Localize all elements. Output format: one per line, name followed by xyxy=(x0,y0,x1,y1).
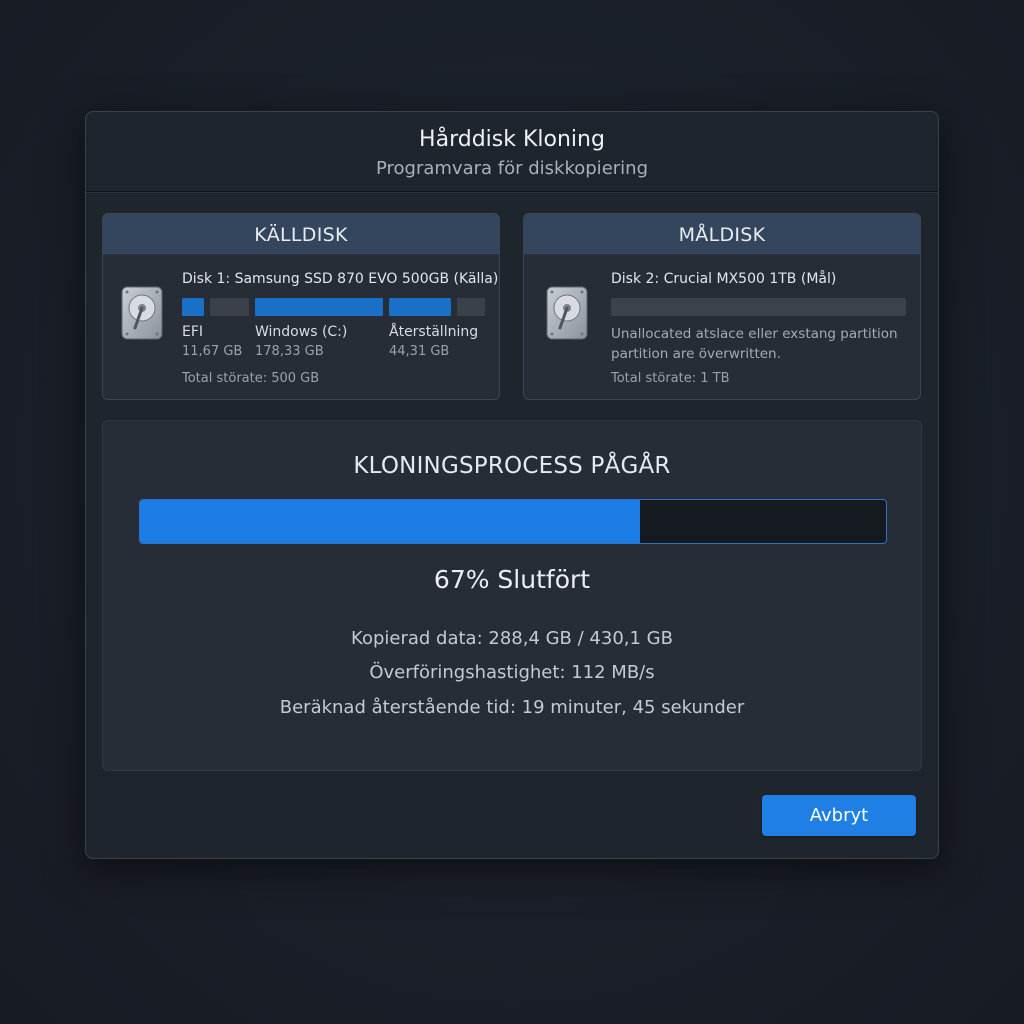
target-disk-header: MÅLDISK xyxy=(524,214,920,255)
target-total-size: Total störate: 1 TB xyxy=(611,371,730,386)
partition-size-recovery: 44,31 GB xyxy=(389,344,450,359)
progress-percent-text: 67% Slutfört xyxy=(433,565,591,594)
target-unallocated-bar[interactable] xyxy=(611,298,906,316)
process-title: KLONINGSPROCESS PÅGÅR xyxy=(353,453,671,479)
target-disk-name: Disk 2: Crucial MX500 1TB (Mål) xyxy=(611,271,837,287)
partition-bar-recovery[interactable] xyxy=(389,298,451,316)
desktop-background: Hårddisk Kloning Programvara för diskkop… xyxy=(0,0,1024,1024)
title-bar: Hårddisk Kloning Programvara för diskkop… xyxy=(86,112,938,192)
target-description-line1: Unallocated atslace eller exstang partit… xyxy=(611,326,898,342)
partition-size-efi: 11,67 GB xyxy=(182,344,243,359)
transfer-speed-text: Överföringshastighet: 112 MB/s xyxy=(369,662,655,683)
clone-progress-bar xyxy=(139,499,887,544)
cancel-button[interactable]: Avbryt xyxy=(762,795,916,836)
partition-bar-efi[interactable] xyxy=(182,298,204,316)
hard-drive-icon xyxy=(121,286,163,340)
source-disk-header: KÄLLDISK xyxy=(103,214,499,255)
app-subtitle: Programvara för diskkopiering xyxy=(375,158,648,179)
source-total-size: Total störate: 500 GB xyxy=(182,371,320,386)
source-disk-panel: KÄLLDISK Disk 1: Samsung SSD 870 EVO 500 xyxy=(102,213,500,400)
partition-label-recovery: Återställning xyxy=(389,324,479,340)
target-description-line2: partition are överwritten. xyxy=(611,346,781,362)
target-disk-panel: MÅLDISK Disk 2: Crucial MX500 1TB (Mål) xyxy=(523,213,921,400)
target-disk-description: Unallocated atslace eller exstang partit… xyxy=(611,324,911,364)
cloning-process-panel: KLONINGSPROCESS PÅGÅR 67% Slutfört Kopie… xyxy=(102,420,922,771)
partition-label-windows: Windows (C:) xyxy=(255,324,348,340)
clone-dialog-window: Hårddisk Kloning Programvara för diskkop… xyxy=(85,111,939,859)
time-remaining-text: Beräknad återstående tid: 19 minuter, 45… xyxy=(279,697,745,718)
partition-label-efi: EFI xyxy=(182,324,204,340)
partition-bar-recovery-free xyxy=(457,298,485,316)
source-disk-name: Disk 1: Samsung SSD 870 EVO 500GB (Källa… xyxy=(182,271,499,287)
partition-size-windows: 178,33 GB xyxy=(255,344,324,359)
copied-data-text: Kopierad data: 288,4 GB / 430,1 GB xyxy=(351,628,673,649)
hard-drive-icon xyxy=(546,286,588,340)
partition-bar-windows[interactable] xyxy=(255,298,383,316)
clone-progress-fill xyxy=(140,500,640,543)
app-title: Hårddisk Kloning xyxy=(419,127,605,152)
partition-bar-efi-free xyxy=(210,298,249,316)
